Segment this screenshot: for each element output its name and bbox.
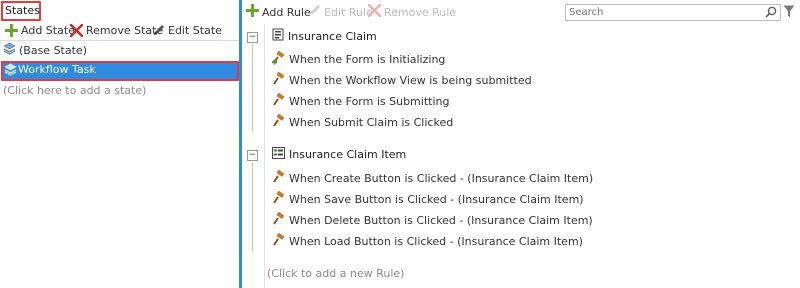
rule-label: When Submit Claim is Clicked — [289, 116, 454, 129]
layers-icon — [4, 63, 17, 79]
collapse-toggle-group-2[interactable]: − — [247, 150, 258, 161]
rule-item[interactable]: When Save Button is Clicked - (Insurance… — [272, 191, 584, 208]
edit-rule-button[interactable]: Edit Rule — [308, 4, 373, 20]
tree-line — [252, 162, 253, 252]
rule-label: When Create Button is Clicked - (Insuran… — [289, 172, 594, 185]
edit-state-label: Edit State — [168, 23, 222, 37]
rules-toolbar: Add Rule Edit Rule Remove Rule — [242, 0, 800, 24]
edit-rule-label: Edit Rule — [324, 5, 373, 19]
gavel-add-icon — [272, 51, 286, 68]
edit-state-button[interactable]: Edit State — [151, 20, 222, 40]
add-rule-hint[interactable]: (Click to add a new Rule) — [267, 267, 404, 280]
add-state-hint[interactable]: (Click here to add a state) — [3, 84, 146, 97]
gavel-icon — [272, 114, 286, 131]
group-header-insurance-claim-item: Insurance Claim Item — [272, 147, 406, 162]
plus-icon — [4, 23, 18, 37]
rule-item[interactable]: When Load Button is Clicked - (Insurance… — [272, 233, 583, 250]
filter-icon[interactable] — [783, 5, 795, 21]
add-rule-label: Add Rule — [262, 5, 311, 19]
group-header-insurance-claim: Insurance Claim — [272, 28, 377, 44]
state-list: (Base State) — [0, 40, 239, 60]
state-item-base[interactable]: (Base State) — [0, 40, 239, 60]
rules-panel: Add Rule Edit Rule Remove Rule − — [242, 0, 800, 288]
rule-label: When Delete Button is Clicked - (Insuran… — [289, 214, 593, 227]
gavel-icon — [272, 170, 286, 187]
state-label: (Base State) — [19, 43, 87, 57]
states-panel: States Add State Remove State Edit State — [0, 0, 240, 288]
search-icon[interactable] — [765, 6, 777, 21]
rule-item[interactable]: When the Form is Submitting — [272, 93, 449, 110]
add-state-label: Add State — [21, 23, 75, 37]
rule-item[interactable]: When the Workflow View is being submitte… — [272, 72, 532, 89]
pencil-icon — [308, 4, 321, 20]
rule-label: When Load Button is Clicked - (Insurance… — [289, 235, 583, 248]
group-title: Insurance Claim — [288, 29, 377, 43]
collapse-toggle-group-1[interactable]: − — [247, 32, 258, 43]
pencil-icon — [151, 23, 165, 37]
rule-item[interactable]: When the Form is Initializing — [272, 51, 445, 68]
rule-label: When Save Button is Clicked - (Insurance… — [289, 193, 584, 206]
gavel-icon — [272, 212, 286, 229]
tree-column-divider — [264, 24, 265, 288]
gavel-icon — [272, 191, 286, 208]
search-box — [565, 4, 781, 21]
remove-rule-label: Remove Rule — [384, 5, 457, 19]
state-label: Workflow Task — [18, 63, 96, 76]
states-title: States — [1, 1, 41, 21]
layers-icon — [3, 42, 16, 58]
view-icon — [272, 147, 285, 162]
remove-icon — [69, 23, 83, 37]
form-icon — [272, 28, 284, 44]
rules-tree: − Insurance Claim When the Form is Initi… — [242, 24, 800, 288]
search-input[interactable] — [566, 5, 762, 20]
state-item-workflow-task[interactable]: Workflow Task — [0, 60, 239, 81]
rule-item[interactable]: When Delete Button is Clicked - (Insuran… — [272, 212, 593, 229]
remove-state-button[interactable]: Remove State — [69, 20, 163, 40]
remove-rule-button[interactable]: Remove Rule — [367, 3, 457, 20]
remove-icon — [367, 3, 382, 20]
tree-line — [252, 44, 253, 132]
gavel-icon — [272, 233, 286, 250]
gavel-icon — [272, 72, 286, 89]
gavel-icon — [272, 93, 286, 110]
group-title: Insurance Claim Item — [289, 148, 407, 161]
rule-label: When the Form is Submitting — [289, 95, 450, 108]
plus-icon — [246, 4, 259, 20]
rule-item[interactable]: When Submit Claim is Clicked — [272, 114, 453, 131]
rule-label: When the Workflow View is being submitte… — [289, 74, 532, 87]
add-state-button[interactable]: Add State — [4, 20, 75, 40]
rule-item[interactable]: When Create Button is Clicked - (Insuran… — [272, 170, 593, 187]
states-toolbar: Add State Remove State Edit State — [0, 20, 239, 41]
rule-label: When the Form is Initializing — [289, 53, 446, 66]
add-rule-button[interactable]: Add Rule — [246, 4, 311, 20]
